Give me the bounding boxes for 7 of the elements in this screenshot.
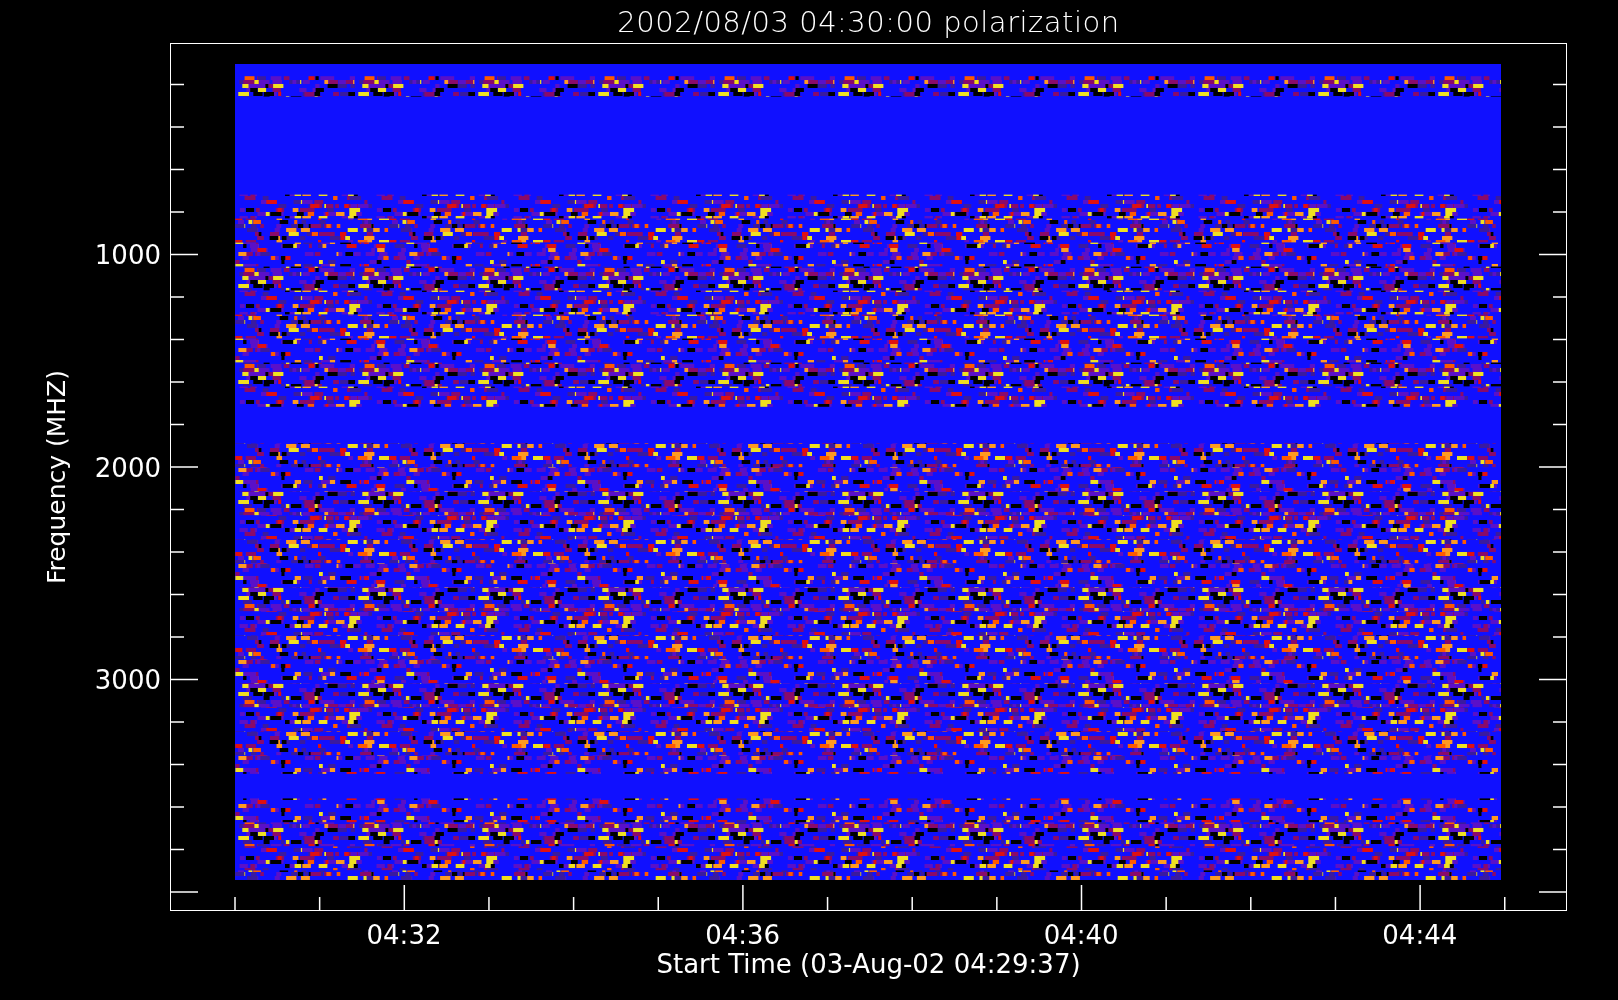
y-tick-label: 1000 — [94, 239, 161, 272]
plot-title: 2002/08/03 04:30:00 polarization — [617, 4, 1120, 39]
y-tick-label: 3000 — [94, 664, 161, 697]
x-tick-label: 04:44 — [1381, 919, 1459, 952]
y-tick-label: 2000 — [94, 451, 161, 485]
x-tick-label: 04:32 — [365, 919, 443, 952]
y-axis-label: Frequency (MHZ) — [42, 369, 71, 585]
